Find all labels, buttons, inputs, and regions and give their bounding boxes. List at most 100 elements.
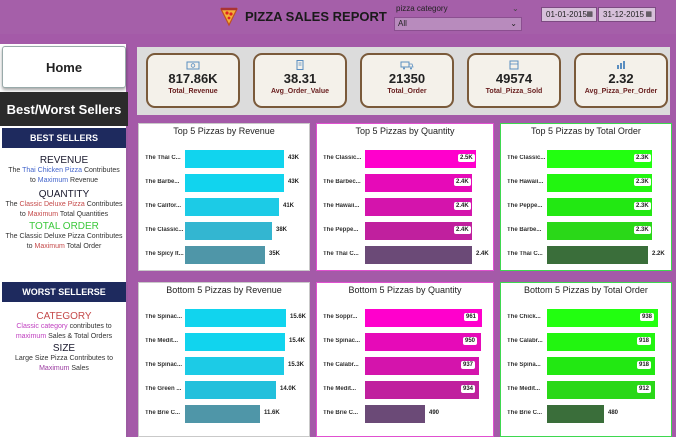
bar-data-label: 2.3K <box>634 178 651 186</box>
bar-category-label: The Spinac... <box>145 362 183 368</box>
bar-row: The Thai C... 2.4K <box>317 246 493 264</box>
bar-data-label: 938 <box>640 313 655 321</box>
bar[interactable] <box>365 246 472 264</box>
best-order-block: TOTAL ORDER The Classic Deluxe Pizza Con… <box>2 222 126 252</box>
category-filter-label: pizza category <box>396 4 448 13</box>
nav-best-worst-button[interactable]: Best/Worst Sellers <box>0 92 128 126</box>
bar-category-label: The Green ... <box>145 386 182 392</box>
text: contributes to <box>67 323 112 330</box>
bar-row: The Medit... 934 <box>317 381 493 399</box>
bar[interactable] <box>547 405 604 423</box>
chart-title: Top 5 Pizzas by Revenue <box>173 126 275 136</box>
bar-category-label: The Classic... <box>323 155 362 161</box>
text: Sales <box>69 365 89 372</box>
worst-size-block: SIZE Large Size Pizza Contributes to Max… <box>2 344 126 374</box>
kpi-card-avg-pizza-per-order: 2.32 Avg_Pizza_Per_Order <box>574 53 668 108</box>
nav-home-button[interactable]: Home <box>2 46 126 88</box>
bar-data-label: 937 <box>461 361 476 369</box>
bar[interactable] <box>185 174 284 192</box>
text: Total Order <box>64 243 102 250</box>
kpi-label: Total_Order <box>387 88 427 95</box>
highlight: Maximum <box>27 211 59 218</box>
bar[interactable] <box>185 357 284 375</box>
bar-row: The Spinac... 15.3K <box>139 357 309 375</box>
report-title: PIZZA SALES REPORT <box>245 8 387 24</box>
bar-row: The Medit... 15.4K <box>139 333 309 351</box>
bar[interactable] <box>185 150 284 168</box>
bar[interactable] <box>547 246 648 264</box>
bar-category-label: The Classic... <box>145 227 184 233</box>
bar[interactable] <box>185 333 285 351</box>
bar-data-label: 961 <box>464 313 479 321</box>
bar-category-label: The Brie C... <box>507 410 543 416</box>
bar-category-label: The Soppr... <box>323 314 358 320</box>
calendar-icon[interactable]: ▦ <box>586 8 593 21</box>
text: Contributes <box>84 201 123 208</box>
bar-data-label: 2.4K <box>454 226 471 234</box>
bar-row: The Peppe... 2.4K <box>317 222 493 240</box>
bar-row: The Classic... 38K <box>139 222 309 240</box>
bar[interactable] <box>185 309 286 327</box>
kpi-value: 49574 <box>495 71 533 86</box>
bar-category-label: The Classic... <box>507 155 546 161</box>
kpi-card-revenue: 817.86K Total_Revenue <box>146 53 240 108</box>
bar-category-label: The Brie C... <box>323 410 359 416</box>
kpi-value: 2.32 <box>608 71 634 86</box>
chart-panel-top-5-pizzas-by-total-order: Top 5 Pizzas by Total Order The Classic..… <box>500 123 672 271</box>
bar-category-label: The Barbec... <box>323 179 361 185</box>
bar-row: The Brie C... 480 <box>501 405 671 423</box>
bar-row: The Green ... 14.0K <box>139 381 309 399</box>
kpi-strip: 817.86K Total_Revenue 38.31 Avg_Order_Va… <box>137 47 670 115</box>
bar[interactable] <box>185 381 276 399</box>
order-heading: TOTAL ORDER <box>29 221 99 232</box>
pizza-icon <box>220 7 238 27</box>
bar[interactable] <box>185 198 279 216</box>
category-filter-select[interactable]: All ⌄ <box>394 17 522 31</box>
bar-data-label: 43K <box>288 155 300 161</box>
bar-data-label: 2.3K <box>634 226 651 234</box>
highlight: Classic Deluxe Pizza <box>19 201 85 208</box>
box-icon <box>509 60 519 70</box>
kpi-label: Avg_Pizza_Per_Order <box>584 88 658 95</box>
bar-category-label: The Peppe... <box>323 227 359 233</box>
category-heading: CATEGORY <box>36 311 92 322</box>
kpi-card-avg-order-value: 38.31 Avg_Order_Value <box>253 53 347 108</box>
text: Revenue <box>68 177 99 184</box>
chevron-down-icon: ⌄ <box>510 19 517 28</box>
bar-row: The Calabr... 918 <box>501 333 671 351</box>
text: The <box>8 167 23 174</box>
bar-data-label: 38K <box>276 227 288 233</box>
bar-row: The Califor... 41K <box>139 198 309 216</box>
chart-title: Bottom 5 Pizzas by Revenue <box>166 285 282 295</box>
bar-data-label: 35K <box>269 251 281 257</box>
bar-data-label: 490 <box>429 410 440 416</box>
highlight: Classic category <box>16 323 68 330</box>
bar-category-label: The Medit... <box>145 338 178 344</box>
bar-data-label: 2.3K <box>634 202 651 210</box>
bar[interactable] <box>185 222 272 240</box>
kpi-value: 817.86K <box>168 71 218 86</box>
bar-category-label: The Hawaii... <box>507 179 544 185</box>
bar-category-label: The Spinac... <box>323 338 361 344</box>
chart-panel-top-5-pizzas-by-revenue: Top 5 Pizzas by Revenue The Thai C... 43K T… <box>138 123 310 271</box>
date-to-input[interactable]: 31-12-2015 ▦ <box>598 7 656 22</box>
bar[interactable] <box>185 405 260 423</box>
bar-category-label: The Hawaii... <box>323 203 360 209</box>
bar-row: The Spicy It... 35K <box>139 246 309 264</box>
bar-row: The Chick... 938 <box>501 309 671 327</box>
bar[interactable] <box>365 405 425 423</box>
calendar-icon[interactable]: ▦ <box>645 8 652 21</box>
bar[interactable] <box>185 246 265 264</box>
bar-row: The Medit... 912 <box>501 381 671 399</box>
bar-category-label: The Chick... <box>507 314 541 320</box>
chart-icon <box>617 61 625 69</box>
chart-panel-bottom-5-pizzas-by-quantity: Bottom 5 Pizzas by Quantity The Soppr... 9… <box>316 282 494 437</box>
sidebar: Home Best/Worst Sellers BEST SELLERS REV… <box>0 44 128 437</box>
text: to <box>26 243 35 250</box>
chevron-down-icon[interactable]: ⌄ <box>512 4 519 13</box>
date-from-input[interactable]: 01-01-2015 ▦ <box>541 7 597 22</box>
kpi-label: Total_Revenue <box>168 88 218 95</box>
bar-category-label: The Barbe... <box>507 227 542 233</box>
bar-row: The Soppr... 961 <box>317 309 493 327</box>
chart-title: Bottom 5 Pizzas by Total Order <box>524 285 648 295</box>
